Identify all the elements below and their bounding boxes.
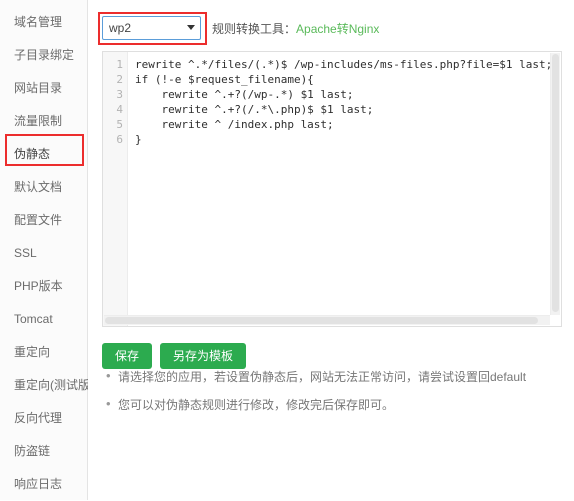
- line-number: 6: [116, 133, 123, 146]
- button-row: 保存 另存为模板: [102, 343, 562, 369]
- code-line[interactable]: rewrite ^.+?(/.*\.php)$ $1 last;: [135, 102, 561, 117]
- save-as-template-button[interactable]: 另存为模板: [160, 343, 247, 369]
- editor-vertical-scrollbar[interactable]: [550, 53, 560, 315]
- code-line[interactable]: rewrite ^.*/files/(.*)$ /wp-includes/ms-…: [135, 57, 561, 72]
- note-item: 请选择您的应用，若设置伪静态后，网站无法正常访问，请尝试设置回default: [106, 368, 562, 385]
- sidebar-item-rewrite[interactable]: 伪静态: [0, 138, 87, 171]
- line-number: 4: [116, 103, 123, 116]
- editor-line-number-gutter: 1 2 3 4 5 6: [103, 52, 128, 326]
- sidebar-item-redirect-beta[interactable]: 重定向(测试版): [0, 369, 94, 402]
- note-item: 您可以对伪静态规则进行修改，修改完后保存即可。: [106, 396, 562, 413]
- sidebar-item-default-document[interactable]: 默认文档: [0, 171, 87, 204]
- save-button[interactable]: 保存: [102, 343, 153, 369]
- sidebar-item-ssl[interactable]: SSL: [0, 237, 87, 270]
- rewrite-rule-editor[interactable]: 1 2 3 4 5 6 rewrite ^.*/files/(.*)$ /wp-…: [102, 51, 562, 327]
- sidebar-item-response-log[interactable]: 响应日志: [0, 468, 87, 501]
- sidebar-item-reverse-proxy[interactable]: 反向代理: [0, 402, 87, 435]
- notes-list: 请选择您的应用，若设置伪静态后，网站无法正常访问，请尝试设置回default 您…: [102, 368, 562, 413]
- sidebar-item-subdirectory-binding[interactable]: 子目录绑定: [0, 39, 87, 72]
- sidebar-item-tomcat[interactable]: Tomcat: [0, 303, 87, 336]
- code-line[interactable]: }: [135, 132, 561, 147]
- editor-vertical-scrollbar-thumb[interactable]: [552, 54, 559, 312]
- sidebar-item-redirect[interactable]: 重定向: [0, 336, 87, 369]
- app-root: 域名管理 子目录绑定 网站目录 流量限制 伪静态 默认文档 配置文件 SSL P…: [0, 0, 574, 500]
- code-line[interactable]: if (!-e $request_filename){: [135, 72, 561, 87]
- converter-label: 规则转换工具：: [212, 21, 297, 36]
- sidebar-item-domain-management[interactable]: 域名管理: [0, 6, 87, 39]
- sidebar-item-site-directory[interactable]: 网站目录: [0, 72, 87, 105]
- editor-code-area[interactable]: rewrite ^.*/files/(.*)$ /wp-includes/ms-…: [128, 52, 561, 326]
- app-select-wrapper: wp2: [98, 12, 207, 45]
- editor-horizontal-scrollbar[interactable]: [104, 315, 550, 325]
- apache-to-nginx-link[interactable]: Apache转Nginx: [296, 20, 379, 37]
- line-number: 1: [116, 58, 123, 71]
- line-number: 5: [116, 118, 123, 131]
- sidebar-item-traffic-limit[interactable]: 流量限制: [0, 105, 87, 138]
- sidebar-item-php-version[interactable]: PHP版本: [0, 270, 87, 303]
- line-number: 2: [116, 73, 123, 86]
- rewrite-rule-select[interactable]: wp2: [102, 16, 201, 40]
- editor-horizontal-scrollbar-thumb[interactable]: [105, 317, 538, 324]
- code-line[interactable]: rewrite ^.+?(/wp-.*) $1 last;: [135, 87, 561, 102]
- main-content: wp2 规则转换工具： Apache转Nginx 1 2 3 4 5 6 rew…: [88, 0, 574, 500]
- code-line[interactable]: rewrite ^ /index.php last;: [135, 117, 561, 132]
- sidebar-item-config-file[interactable]: 配置文件: [0, 204, 87, 237]
- sidebar-item-anti-leech[interactable]: 防盗链: [0, 435, 87, 468]
- toolbar: wp2 规则转换工具： Apache转Nginx: [98, 12, 562, 45]
- line-number: 3: [116, 88, 123, 101]
- sidebar: 域名管理 子目录绑定 网站目录 流量限制 伪静态 默认文档 配置文件 SSL P…: [0, 0, 94, 501]
- editor-inner: 1 2 3 4 5 6 rewrite ^.*/files/(.*)$ /wp-…: [103, 52, 561, 326]
